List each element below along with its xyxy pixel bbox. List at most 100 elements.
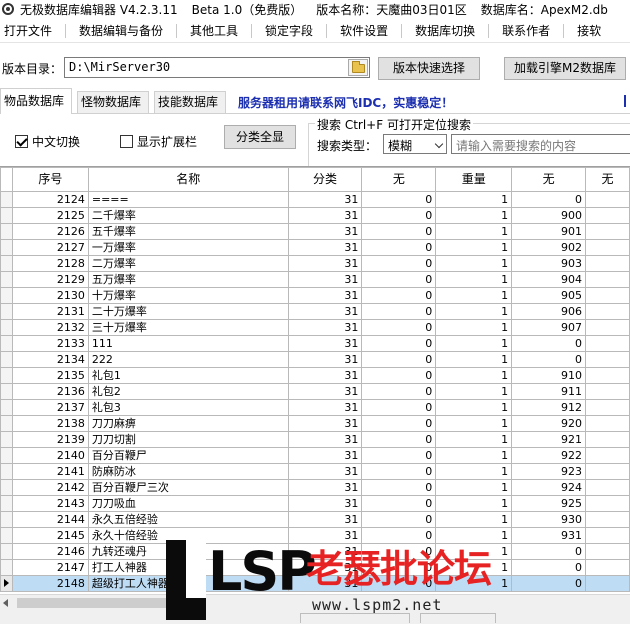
row-indicator[interactable] (0, 543, 13, 560)
cell-name[interactable]: 三十万爆率 (87, 319, 289, 336)
cell-category[interactable]: 31 (287, 335, 363, 352)
cell-index[interactable]: 2142 (11, 479, 89, 496)
cell-none-1[interactable]: 0 (361, 223, 437, 240)
table-row[interactable]: 2124 ==== 31 0 1 0 (0, 191, 630, 208)
cell-weight[interactable]: 1 (435, 287, 513, 304)
browse-folder-button[interactable] (348, 59, 368, 76)
cell-none-1[interactable]: 0 (361, 239, 437, 256)
cell-none-3[interactable] (585, 367, 630, 384)
quick-select-version-button[interactable]: 版本快速选择 (378, 57, 480, 80)
row-indicator[interactable] (0, 399, 13, 416)
row-indicator[interactable] (0, 319, 13, 336)
cell-category[interactable]: 31 (287, 207, 363, 224)
cell-none-3[interactable] (585, 495, 630, 512)
row-indicator[interactable] (0, 559, 13, 576)
tab-monster-database[interactable]: 怪物数据库 (77, 91, 149, 113)
cell-category[interactable]: 31 (287, 287, 363, 304)
cell-none-3[interactable] (585, 335, 630, 352)
scrollbar-thumb[interactable] (17, 598, 167, 608)
cell-none-1[interactable]: 0 (361, 415, 437, 432)
row-indicator[interactable] (0, 351, 13, 368)
cell-category[interactable]: 31 (287, 255, 363, 272)
cell-none-2[interactable]: 912 (511, 399, 587, 416)
cell-none-2[interactable]: 906 (511, 303, 587, 320)
row-indicator[interactable] (0, 335, 13, 352)
cell-weight[interactable]: 1 (435, 463, 513, 480)
cell-index[interactable]: 2143 (11, 495, 89, 512)
cell-name[interactable]: 二千爆率 (87, 207, 289, 224)
cell-name[interactable]: 刀刀切割 (87, 431, 289, 448)
cell-none-1[interactable]: 0 (361, 479, 437, 496)
menu-other-tools[interactable]: 其他工具 (186, 22, 242, 39)
column-header-none-2[interactable]: 无 (511, 167, 587, 192)
table-row[interactable]: 2134 222 31 0 1 0 (0, 351, 630, 368)
cell-name[interactable]: 五千爆率 (87, 223, 289, 240)
cell-name[interactable]: 222 (87, 351, 289, 368)
cell-category[interactable]: 31 (287, 239, 363, 256)
row-indicator[interactable] (0, 191, 13, 208)
cell-index[interactable]: 2125 (11, 207, 89, 224)
cell-index[interactable]: 2130 (11, 287, 89, 304)
cell-none-3[interactable] (585, 415, 630, 432)
table-row[interactable]: 2142 百分百鞭尸三次 31 0 1 924 (0, 479, 630, 496)
menu-lock-fields[interactable]: 锁定字段 (261, 22, 317, 39)
cell-none-1[interactable]: 0 (361, 351, 437, 368)
cell-weight[interactable]: 1 (435, 335, 513, 352)
cell-none-2[interactable]: 902 (511, 239, 587, 256)
cell-none-1[interactable]: 0 (361, 463, 437, 480)
cell-index[interactable]: 2148 (11, 575, 89, 592)
show-all-categories-button[interactable]: 分类全显 (224, 125, 296, 149)
cell-none-2[interactable]: 0 (511, 543, 587, 560)
cell-index[interactable]: 2136 (11, 383, 89, 400)
table-row[interactable]: 2131 二十万爆率 31 0 1 906 (0, 303, 630, 320)
cell-index[interactable]: 2128 (11, 255, 89, 272)
cell-none-3[interactable] (585, 383, 630, 400)
cell-none-3[interactable] (585, 399, 630, 416)
cell-index[interactable]: 2141 (11, 463, 89, 480)
tab-item-database[interactable]: 物品数据库 (0, 88, 72, 114)
row-indicator[interactable] (0, 431, 13, 448)
cell-category[interactable]: 31 (287, 431, 363, 448)
cell-none-3[interactable] (585, 447, 630, 464)
row-indicator[interactable] (0, 415, 13, 432)
cell-name[interactable]: 防麻防冰 (87, 463, 289, 480)
tab-skill-database[interactable]: 技能数据库 (154, 91, 226, 113)
row-indicator[interactable] (0, 367, 13, 384)
cell-name[interactable]: ==== (87, 191, 289, 208)
cell-name[interactable]: 一万爆率 (87, 239, 289, 256)
cell-none-2[interactable]: 911 (511, 383, 587, 400)
cell-none-2[interactable]: 903 (511, 255, 587, 272)
cell-index[interactable]: 2145 (11, 527, 89, 544)
cell-none-1[interactable]: 0 (361, 207, 437, 224)
load-m2-database-button[interactable]: 加载引擎M2数据库 (504, 57, 626, 80)
cell-name[interactable]: 礼包2 (87, 383, 289, 400)
version-directory-input[interactable]: D:\MirServer30 (64, 57, 370, 78)
cell-none-2[interactable]: 0 (511, 559, 587, 576)
cell-index[interactable]: 2127 (11, 239, 89, 256)
cell-none-2[interactable]: 0 (511, 351, 587, 368)
cell-weight[interactable]: 1 (435, 399, 513, 416)
cell-none-2[interactable]: 924 (511, 479, 587, 496)
row-indicator[interactable] (0, 223, 13, 240)
cell-index[interactable]: 2132 (11, 319, 89, 336)
cell-weight[interactable]: 1 (435, 207, 513, 224)
row-indicator[interactable] (0, 447, 13, 464)
search-type-select[interactable]: 模糊 (383, 134, 447, 154)
cell-category[interactable]: 31 (287, 447, 363, 464)
cell-weight[interactable]: 1 (435, 383, 513, 400)
cell-none-2[interactable]: 901 (511, 223, 587, 240)
cell-category[interactable]: 31 (287, 495, 363, 512)
row-indicator[interactable] (0, 271, 13, 288)
cell-name[interactable]: 礼包1 (87, 367, 289, 384)
cell-name[interactable]: 永久五倍经验 (87, 511, 289, 528)
cell-name[interactable]: 五万爆率 (87, 271, 289, 288)
cell-none-2[interactable]: 907 (511, 319, 587, 336)
column-header-none-3[interactable]: 无 (585, 167, 630, 192)
cell-none-3[interactable] (585, 207, 630, 224)
cell-index[interactable]: 2147 (11, 559, 89, 576)
cell-weight[interactable]: 1 (435, 415, 513, 432)
cell-index[interactable]: 2137 (11, 399, 89, 416)
table-row[interactable]: 2144 永久五倍经验 31 0 1 930 (0, 511, 630, 528)
row-indicator[interactable] (0, 495, 13, 512)
cell-category[interactable]: 31 (287, 319, 363, 336)
